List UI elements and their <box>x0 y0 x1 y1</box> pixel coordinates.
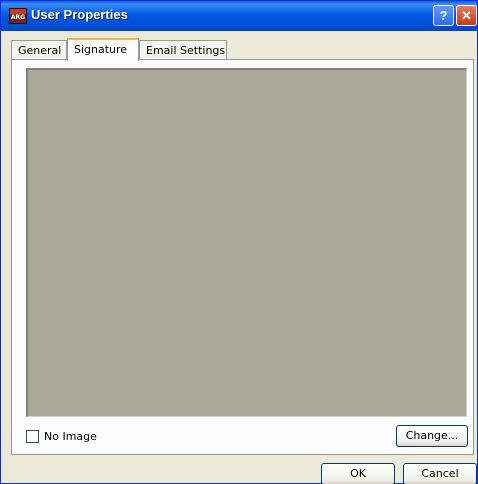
user-properties-dialog: ARG User Properties ? ✕ General Signatur… <box>0 0 478 484</box>
app-icon: ARG <box>9 8 27 24</box>
change-button[interactable]: Change... <box>396 425 468 447</box>
tab-signature[interactable]: Signature <box>67 38 139 61</box>
signature-panel: No Image Change... <box>11 59 474 455</box>
app-icon-text: ARG <box>10 14 26 21</box>
title-bar[interactable]: ARG User Properties ? ✕ <box>1 1 477 31</box>
no-image-checkbox-row[interactable]: No Image <box>26 430 97 443</box>
cancel-button[interactable]: Cancel <box>403 463 477 484</box>
no-image-checkbox[interactable] <box>26 430 39 443</box>
signature-image-area <box>26 68 467 417</box>
window-title: User Properties <box>31 7 128 22</box>
close-icon[interactable]: ✕ <box>456 5 477 26</box>
ok-button[interactable]: OK <box>321 463 395 484</box>
tab-general[interactable]: General <box>11 40 67 60</box>
tab-email-settings[interactable]: Email Settings <box>139 40 227 60</box>
no-image-label: No Image <box>44 430 97 443</box>
help-icon[interactable]: ? <box>433 5 454 26</box>
